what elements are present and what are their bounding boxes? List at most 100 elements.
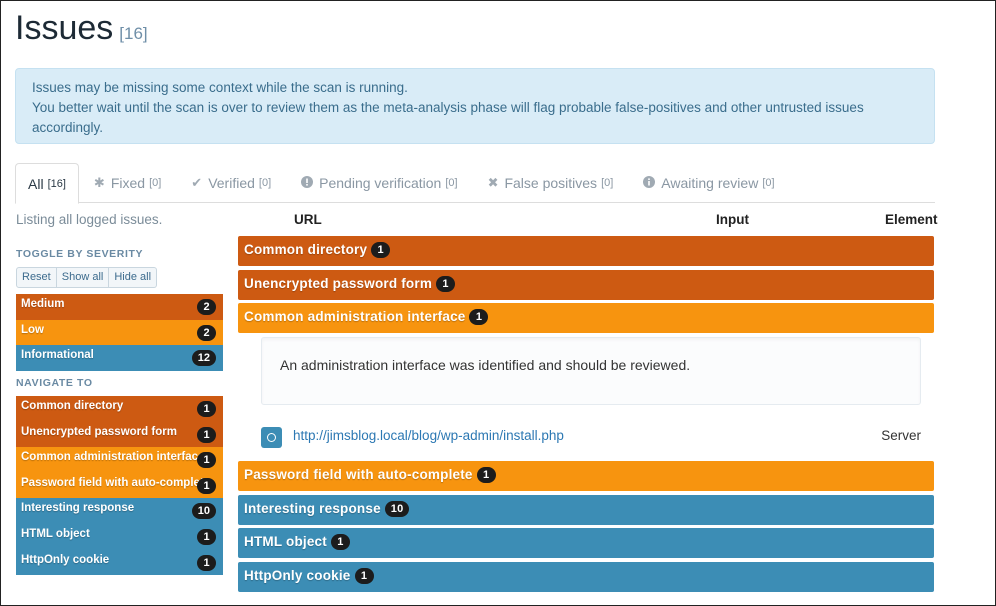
issue-group-unencrypted-password-form[interactable]: Unencrypted password form 1 bbox=[238, 269, 934, 300]
x-icon: ✖ bbox=[487, 175, 499, 190]
issue-title: Unencrypted password form bbox=[244, 275, 433, 291]
severity-item-low[interactable]: Low 2 bbox=[16, 319, 223, 346]
column-header-input: Input bbox=[716, 212, 749, 227]
scan-running-alert: Issues may be missing some context while… bbox=[15, 68, 935, 144]
tab-count: [0] bbox=[762, 177, 775, 189]
issue-group-password-field-autocomplete[interactable]: Password field with auto-complete 1 bbox=[238, 461, 934, 491]
count-badge: 1 bbox=[330, 534, 350, 550]
severity-item-medium[interactable]: Medium 2 bbox=[16, 294, 223, 320]
tab-label: Verified bbox=[208, 175, 255, 191]
count-badge: 10 bbox=[191, 503, 216, 520]
issue-group-html-object[interactable]: HTML object 1 bbox=[238, 528, 934, 558]
tab-label: False positives bbox=[504, 175, 598, 191]
nav-label: Common administration interface bbox=[21, 451, 205, 464]
issue-group-interesting-response[interactable]: Interesting response 10 bbox=[238, 494, 934, 525]
count-badge: 1 bbox=[197, 554, 216, 571]
tab-count: [0] bbox=[149, 177, 162, 189]
page-title: Issues [16] bbox=[15, 9, 148, 48]
issue-group-common-administration-interface[interactable]: Common administration interface 1 bbox=[238, 303, 934, 333]
count-badge: 1 bbox=[197, 426, 216, 443]
alert-line-1: Issues may be missing some context while… bbox=[32, 80, 408, 95]
nav-label: Interesting response bbox=[21, 502, 135, 515]
navigate-list: Common directory 1 Unencrypted password … bbox=[16, 396, 223, 576]
severity-list: Medium 2 Low 2 Informational 12 bbox=[16, 294, 223, 371]
tab-fixed[interactable]: ✱ Fixed [0] bbox=[79, 163, 176, 203]
issue-group-httponly-cookie[interactable]: HttpOnly cookie 1 bbox=[238, 561, 934, 592]
issue-title: Common directory bbox=[244, 242, 368, 257]
count-badge: 1 bbox=[197, 477, 216, 494]
count-badge: 1 bbox=[197, 528, 216, 545]
severity-label: Low bbox=[21, 323, 44, 336]
page-title-text: Issues bbox=[15, 9, 114, 47]
issue-element: Server bbox=[881, 427, 921, 443]
tab-count: [0] bbox=[445, 177, 458, 189]
count-badge: 10 bbox=[384, 500, 410, 517]
navigate-heading: NAVIGATE TO bbox=[16, 377, 93, 389]
asterisk-icon: ✱ bbox=[93, 175, 105, 190]
severity-label: Medium bbox=[21, 298, 65, 310]
tab-label: All bbox=[28, 175, 44, 192]
tab-count: [16] bbox=[47, 177, 66, 190]
issue-title: HttpOnly cookie bbox=[244, 567, 351, 583]
issue-tabs: All [16] ✱ Fixed [0] ✔ Verified [0] Pending v… bbox=[15, 163, 935, 204]
issue-title: Password field with auto-complete bbox=[244, 467, 473, 482]
severity-item-informational[interactable]: Informational 12 bbox=[16, 345, 223, 371]
count-badge: 2 bbox=[197, 299, 216, 315]
toggle-severity-heading: TOGGLE BY SEVERITY bbox=[16, 248, 144, 260]
issue-total-count: [16] bbox=[119, 24, 148, 43]
nav-item-common-directory[interactable]: Common directory 1 bbox=[16, 396, 223, 422]
count-badge: 12 bbox=[191, 350, 216, 367]
tab-awaiting-review[interactable]: Awaiting review [0] bbox=[628, 163, 789, 203]
issue-url-row: http://jimsblog.local/blog/wp-admin/inst… bbox=[261, 425, 921, 448]
nav-item-common-administration-interface[interactable]: Common administration interface 1 bbox=[16, 447, 223, 473]
tab-count: [0] bbox=[258, 177, 272, 189]
count-badge: 1 bbox=[197, 452, 216, 469]
column-header-element: Element bbox=[885, 212, 938, 227]
count-badge: 1 bbox=[354, 567, 374, 584]
count-badge: 1 bbox=[436, 275, 456, 292]
count-badge: 1 bbox=[197, 401, 216, 417]
alert-line-2: You better wait until the scan is over t… bbox=[32, 100, 864, 135]
tab-label: Fixed bbox=[110, 175, 146, 191]
nav-label: HTML object bbox=[21, 527, 90, 540]
tab-pending-verification[interactable]: Pending verification [0] bbox=[286, 163, 472, 203]
issue-title: Interesting response bbox=[244, 500, 381, 516]
nav-item-unencrypted-password-form[interactable]: Unencrypted password form 1 bbox=[16, 421, 223, 448]
issue-url-link[interactable]: http://jimsblog.local/blog/wp-admin/inst… bbox=[293, 428, 564, 443]
issue-description: An administration interface was identifi… bbox=[261, 336, 921, 405]
nav-label: Password field with auto-complete bbox=[21, 476, 211, 489]
tab-count: [0] bbox=[601, 177, 614, 189]
issue-title: Common administration interface bbox=[244, 309, 466, 324]
nav-item-httponly-cookie[interactable]: HttpOnly cookie 1 bbox=[16, 549, 223, 576]
nav-label: Common directory bbox=[21, 400, 124, 412]
column-header-url: URL bbox=[294, 212, 322, 227]
hide-all-button[interactable]: Hide all bbox=[109, 267, 158, 288]
issue-info-icon[interactable] bbox=[261, 426, 282, 448]
count-badge: 1 bbox=[371, 242, 391, 258]
issues-list: Common directory 1 Unencrypted password f… bbox=[238, 236, 934, 595]
tab-all[interactable]: All [16] bbox=[15, 163, 79, 204]
tab-false-positives[interactable]: ✖ False positives [0] bbox=[473, 163, 629, 203]
exclamation-circle-icon bbox=[301, 175, 314, 191]
nav-item-html-object[interactable]: HTML object 1 bbox=[16, 523, 223, 550]
count-badge: 2 bbox=[197, 324, 216, 341]
tab-verified[interactable]: ✔ Verified [0] bbox=[176, 163, 286, 203]
check-icon: ✔ bbox=[191, 175, 203, 190]
nav-label: Unencrypted password form bbox=[21, 425, 177, 438]
listing-caption: Listing all logged issues. bbox=[16, 212, 163, 227]
issue-group-common-directory[interactable]: Common directory 1 bbox=[238, 236, 934, 266]
tab-label: Awaiting review bbox=[661, 175, 759, 191]
issue-title: HTML object bbox=[244, 534, 327, 549]
reset-button[interactable]: Reset bbox=[16, 267, 57, 288]
severity-label: Informational bbox=[21, 349, 94, 362]
show-all-button[interactable]: Show all bbox=[56, 267, 110, 288]
count-badge: 1 bbox=[469, 309, 489, 325]
info-circle-icon bbox=[643, 175, 656, 191]
nav-label: HttpOnly cookie bbox=[21, 553, 110, 566]
count-badge: 1 bbox=[476, 467, 496, 483]
severity-toggle-buttons: Reset Show all Hide all bbox=[16, 267, 158, 288]
nav-item-password-field-autocomplete[interactable]: Password field with auto-complete 1 bbox=[16, 472, 223, 499]
nav-item-interesting-response[interactable]: Interesting response 10 bbox=[16, 498, 223, 524]
issue-detail-panel: An administration interface was identifi… bbox=[238, 336, 934, 458]
tab-label: Pending verification bbox=[319, 175, 442, 191]
